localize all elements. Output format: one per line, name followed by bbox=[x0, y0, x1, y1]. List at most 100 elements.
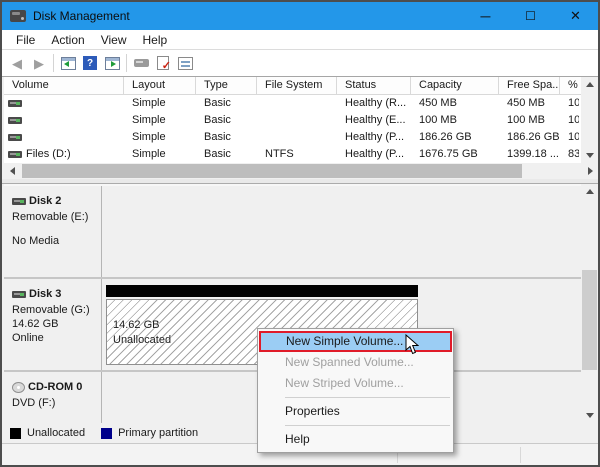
cell-status: Healthy (P... bbox=[337, 129, 411, 146]
cell-layout: Simple bbox=[124, 95, 196, 112]
disk2-label-panel[interactable]: Disk 2 Removable (E:) No Media bbox=[4, 186, 102, 277]
cell-status: Healthy (P... bbox=[337, 146, 411, 163]
menu-help[interactable]: Help bbox=[135, 30, 176, 50]
cell-capacity: 100 MB bbox=[411, 112, 499, 129]
volume-icon bbox=[8, 134, 22, 141]
properties-button[interactable] bbox=[174, 52, 196, 74]
help-icon: ? bbox=[83, 56, 97, 70]
scroll-down-icon bbox=[586, 413, 594, 418]
partition-color-bar bbox=[106, 285, 418, 297]
toolbar: ◀ ▶ ? ✓ bbox=[2, 50, 598, 77]
table-row[interactable]: Simple Basic Healthy (P... 186.26 GB 186… bbox=[4, 129, 581, 146]
column-header-status[interactable]: Status bbox=[337, 77, 411, 94]
console-tree-button[interactable] bbox=[57, 52, 79, 74]
disk-type: DVD (F:) bbox=[12, 396, 97, 410]
disk2-extent-area[interactable] bbox=[102, 186, 581, 277]
scrollbar-thumb[interactable] bbox=[582, 270, 597, 370]
menu-item-help[interactable]: Help bbox=[258, 429, 453, 450]
column-header-layout[interactable]: Layout bbox=[124, 77, 196, 94]
scroll-left-button[interactable] bbox=[4, 163, 20, 179]
primary-partition-swatch bbox=[101, 428, 112, 439]
rescan-disks-button[interactable] bbox=[130, 52, 152, 74]
disk-name: Disk 2 bbox=[29, 194, 61, 208]
disk-name: Disk 3 bbox=[29, 287, 61, 301]
cdrom-label-panel[interactable]: CD-ROM 0 DVD (F:) bbox=[4, 372, 102, 423]
scroll-down-button[interactable] bbox=[581, 148, 598, 163]
cell-filesystem bbox=[257, 95, 337, 112]
disk-type: Removable (G:) bbox=[12, 303, 97, 317]
console-window-icon bbox=[61, 57, 76, 70]
volume-list: Volume Layout Type File System Status Ca… bbox=[4, 77, 581, 163]
disk-name: CD-ROM 0 bbox=[28, 380, 82, 394]
cell-pctfree: 100 bbox=[560, 112, 579, 129]
menu-action[interactable]: Action bbox=[43, 30, 92, 50]
menu-file[interactable]: File bbox=[8, 30, 43, 50]
back-button[interactable]: ◀ bbox=[6, 52, 28, 74]
disks-vertical-scrollbar[interactable] bbox=[581, 184, 598, 423]
cell-status: Healthy (R... bbox=[337, 95, 411, 112]
menu-separator bbox=[285, 397, 450, 398]
console-window-play-icon bbox=[105, 57, 120, 70]
menu-separator bbox=[285, 425, 450, 426]
menu-item-new-striped-volume: New Striped Volume... bbox=[258, 373, 453, 394]
table-row[interactable]: Files (D:) Simple Basic NTFS Healthy (P.… bbox=[4, 146, 581, 163]
scroll-up-button[interactable] bbox=[581, 184, 598, 199]
maximize-button[interactable]: ☐ bbox=[508, 2, 553, 30]
check-icon: ✓ bbox=[162, 61, 171, 72]
table-vertical-scrollbar[interactable] bbox=[581, 77, 598, 163]
scroll-down-button[interactable] bbox=[581, 408, 598, 423]
cell-type: Basic bbox=[196, 112, 257, 129]
help-button[interactable]: ? bbox=[79, 52, 101, 74]
forward-icon: ▶ bbox=[34, 57, 44, 70]
disk-size: 14.62 GB bbox=[12, 317, 97, 331]
cell-status: Healthy (E... bbox=[337, 112, 411, 129]
cell-freespace: 186.26 GB bbox=[499, 129, 560, 146]
disk-icon bbox=[12, 291, 26, 298]
minimize-button[interactable]: ─ bbox=[463, 2, 508, 30]
menu-item-new-simple-volume[interactable]: New Simple Volume... bbox=[259, 331, 452, 352]
scroll-up-icon bbox=[586, 82, 594, 87]
cell-pctfree: 83 % bbox=[560, 146, 579, 163]
table-row[interactable]: Simple Basic Healthy (E... 100 MB 100 MB… bbox=[4, 112, 581, 129]
disk3-label-panel[interactable]: Disk 3 Removable (G:) 14.62 GB Online bbox=[4, 279, 102, 370]
window-title: Disk Management bbox=[33, 9, 130, 23]
scroll-down-icon bbox=[586, 153, 594, 158]
column-header-freespace[interactable]: Free Spa... bbox=[499, 77, 560, 94]
volume-list-header: Volume Layout Type File System Status Ca… bbox=[4, 77, 581, 95]
disk-status: Online bbox=[12, 331, 97, 345]
menu-view[interactable]: View bbox=[93, 30, 135, 50]
volume-icon bbox=[8, 100, 22, 107]
scrollbar-thumb[interactable] bbox=[22, 164, 522, 178]
table-row[interactable]: Simple Basic Healthy (R... 450 MB 450 MB… bbox=[4, 95, 581, 112]
disk2-row[interactable]: Disk 2 Removable (E:) No Media bbox=[4, 186, 581, 279]
check-document-icon: ✓ bbox=[157, 56, 169, 70]
cell-freespace: 450 MB bbox=[499, 95, 560, 112]
column-header-pctfree[interactable]: % F bbox=[560, 77, 579, 94]
cell-pctfree: 100 bbox=[560, 129, 579, 146]
forward-button[interactable]: ▶ bbox=[28, 52, 50, 74]
toolbar-separator bbox=[53, 54, 54, 72]
close-button[interactable]: ✕ bbox=[553, 2, 598, 30]
cell-capacity: 186.26 GB bbox=[411, 129, 499, 146]
back-icon: ◀ bbox=[12, 57, 22, 70]
scroll-up-button[interactable] bbox=[581, 77, 598, 92]
cell-pctfree: 100 bbox=[560, 95, 579, 112]
scroll-right-icon bbox=[588, 167, 593, 175]
mouse-cursor bbox=[405, 334, 419, 358]
disk-type: Removable (E:) bbox=[12, 210, 97, 224]
disk-icon bbox=[12, 198, 26, 205]
scroll-right-button[interactable] bbox=[582, 163, 598, 179]
column-header-volume[interactable]: Volume bbox=[4, 77, 124, 94]
column-header-filesystem[interactable]: File System bbox=[257, 77, 337, 94]
disk-media-status: No Media bbox=[12, 234, 97, 248]
column-header-capacity[interactable]: Capacity bbox=[411, 77, 499, 94]
toolbar-separator bbox=[126, 54, 127, 72]
cell-type: Basic bbox=[196, 95, 257, 112]
column-header-type[interactable]: Type bbox=[196, 77, 257, 94]
menu-item-properties[interactable]: Properties bbox=[258, 401, 453, 422]
scroll-left-icon bbox=[10, 167, 15, 175]
check-volume-button[interactable]: ✓ bbox=[152, 52, 174, 74]
horizontal-scrollbar[interactable] bbox=[4, 163, 598, 179]
action-pane-button[interactable] bbox=[101, 52, 123, 74]
volume-icon bbox=[8, 117, 22, 124]
